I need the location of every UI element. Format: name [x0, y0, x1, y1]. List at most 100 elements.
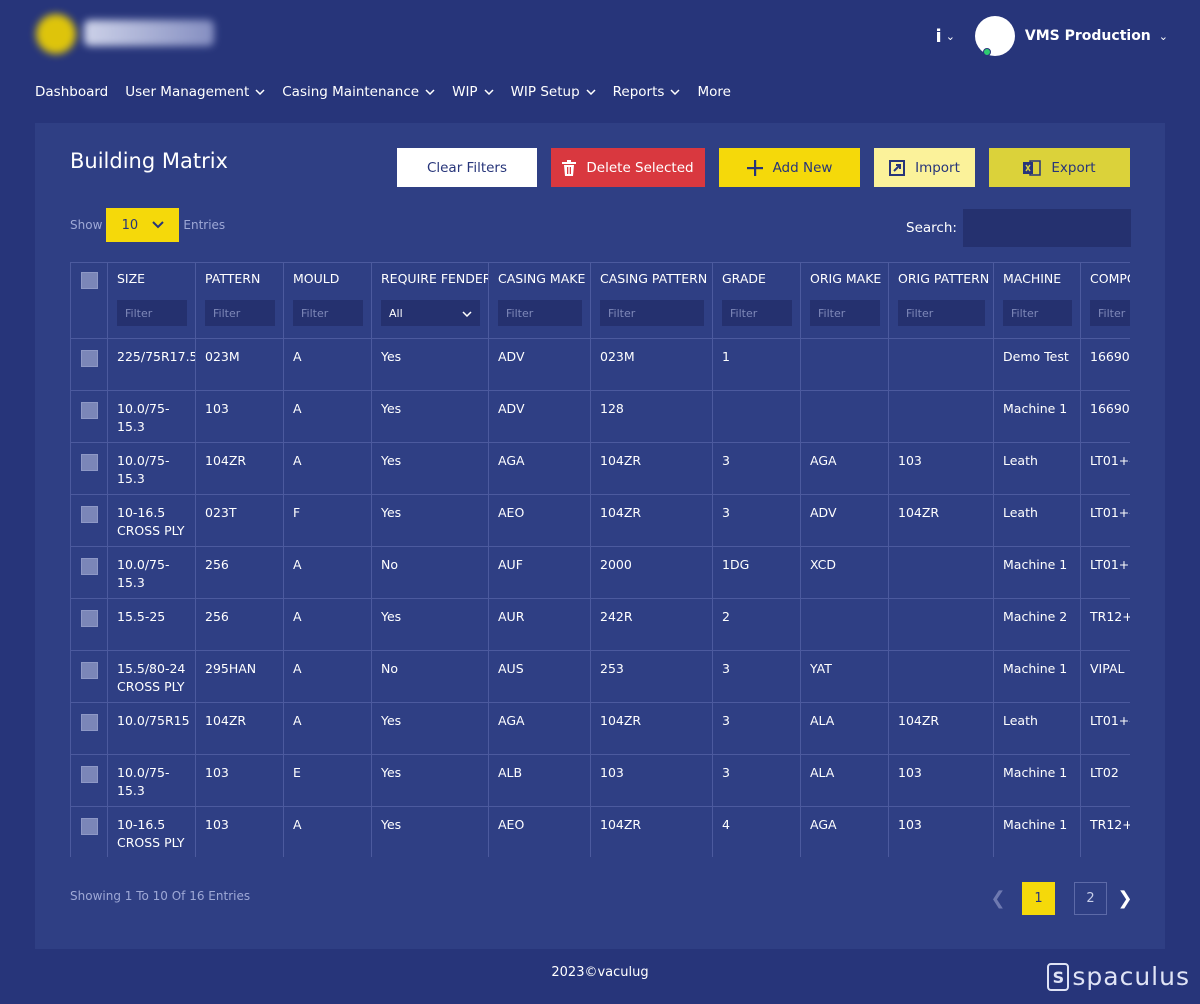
cell-mould: A	[283, 390, 372, 443]
info-icon: i	[935, 25, 942, 47]
nav-item-wip[interactable]: WIP	[452, 84, 494, 100]
row-checkbox[interactable]	[80, 506, 98, 523]
chevron-down-icon: ⌄	[1158, 29, 1168, 43]
filter-placeholder: Filter	[608, 306, 636, 320]
row-checkbox[interactable]	[80, 610, 98, 627]
table-row[interactable]: 10-16.5 CROSS PLY 023T F Yes AEO 104ZR 3 ADV 104…	[70, 494, 1130, 547]
cell-orig-pattern	[888, 598, 994, 651]
avatar[interactable]	[974, 16, 1015, 56]
row-checkbox[interactable]	[80, 662, 98, 679]
row-select-cell	[70, 442, 108, 495]
select-all-checkbox[interactable]	[80, 272, 98, 289]
column-filter-input[interactable]: Filter	[1003, 300, 1072, 326]
column-filter-input[interactable]: Filter	[600, 300, 704, 326]
table-row[interactable]: 225/75R17.5 023M A Yes ADV 023M 1 Demo Test 1669…	[70, 338, 1130, 391]
column-filter-input[interactable]: Filter	[205, 300, 275, 326]
nav-item-label: Reports	[612, 84, 665, 100]
column-filter-input[interactable]: Filter	[117, 300, 187, 326]
entries-label: Entries	[183, 218, 226, 232]
row-checkbox[interactable]	[80, 714, 98, 731]
cell-machine: Machine 2	[993, 598, 1081, 651]
filter-placeholder: Filter	[125, 306, 153, 320]
column-filter-input[interactable]: Filter	[810, 300, 880, 326]
table-row[interactable]: 10.0/75-15.3 256 A No AUF 2000 1DG XCD Machine 1…	[70, 546, 1130, 599]
nav-item-wip-setup[interactable]: WIP Setup	[511, 84, 596, 100]
column-filter-select[interactable]: All	[381, 300, 480, 326]
column-header-label: MOULD	[293, 271, 340, 286]
chevron-down-icon	[586, 87, 596, 98]
table-row[interactable]: 15.5/80-24 CROSS PLY 295HAN A No AUS 253 3 YAT M…	[70, 650, 1130, 703]
row-checkbox[interactable]	[80, 350, 98, 367]
nav-item-dashboard[interactable]: Dashboard	[35, 84, 108, 100]
cell-compound: 16690	[1080, 338, 1130, 391]
search-input[interactable]	[962, 209, 1131, 247]
table-row[interactable]: 10.0/75R15 104ZR A Yes AGA 104ZR 3 ALA 104ZR Leat…	[70, 702, 1130, 755]
nav-item-casing-maintenance[interactable]: Casing Maintenance	[282, 84, 435, 100]
column-header-machine: MACHINE Filter	[993, 262, 1081, 339]
cell-mould: E	[283, 754, 372, 807]
table-header-row: SIZE Filter PATTERN Filter MOULD Filter REQUIR…	[70, 262, 1130, 339]
import-button[interactable]: Import	[874, 148, 975, 187]
import-icon	[889, 159, 906, 176]
add-new-label: Add New	[772, 159, 833, 176]
cell-orig-pattern: 104ZR	[888, 494, 994, 547]
cell-pattern: 023T	[195, 494, 284, 547]
nav-item-user-management[interactable]: User Management	[125, 84, 265, 100]
cell-grade: 3	[712, 754, 801, 807]
row-checkbox[interactable]	[80, 558, 98, 575]
row-checkbox[interactable]	[80, 818, 98, 835]
row-checkbox[interactable]	[80, 766, 98, 783]
column-header-label: ORIG MAKE	[810, 271, 882, 286]
table-scroll-container[interactable]: SIZE Filter PATTERN Filter MOULD Filter REQUIR…	[70, 262, 1130, 857]
footer-copyright: 2023©vaculug	[551, 965, 649, 980]
cell-compound: LT01+-	[1080, 442, 1130, 495]
info-menu-button[interactable]: i ⌄	[936, 26, 955, 47]
column-header-compound: COMPOUND Filter	[1080, 262, 1130, 339]
table-row[interactable]: 10.0/75-15.3 103 A Yes ADV 128 Machine 1 16690	[70, 390, 1130, 443]
trash-icon	[562, 159, 577, 176]
cell-require-fender: No	[371, 546, 489, 599]
clear-filters-button[interactable]: Clear Filters	[397, 148, 537, 187]
cell-pattern: 295HAN	[195, 650, 284, 703]
chevron-right-icon[interactable]: ❯	[1117, 888, 1133, 909]
watermark-icon: S	[1047, 963, 1070, 991]
nav-item-label: WIP Setup	[510, 84, 580, 100]
content-panel: Building Matrix Clear Filters Delete Sel…	[35, 123, 1165, 949]
app-logo[interactable]	[32, 10, 224, 60]
cell-grade: 3	[712, 650, 801, 703]
nav-item-more[interactable]: More	[697, 84, 730, 100]
add-new-button[interactable]: Add New	[719, 148, 860, 187]
column-filter-input[interactable]: Filter	[1090, 300, 1130, 326]
export-label: Export	[1051, 159, 1096, 176]
cell-casing-pattern: 2000	[590, 546, 713, 599]
profile-menu-button[interactable]: VMS Production ⌄	[1025, 28, 1168, 44]
cell-orig-make: AGA	[800, 806, 889, 857]
row-checkbox[interactable]	[80, 402, 98, 419]
cell-machine: Machine 1	[993, 806, 1081, 857]
column-filter-input[interactable]: Filter	[293, 300, 363, 326]
table-row[interactable]: 15.5-25 256 A Yes AUR 242R 2 Machine 2 TR12+	[70, 598, 1130, 651]
table-row[interactable]: 10.0/75-15.3 103 E Yes ALB 103 3 ALA 103 Machine …	[70, 754, 1130, 807]
cell-require-fender: Yes	[371, 754, 489, 807]
row-checkbox[interactable]	[80, 454, 98, 471]
export-button[interactable]: Export	[989, 148, 1130, 187]
table-row[interactable]: 10.0/75-15.3 104ZR A Yes AGA 104ZR 3 AGA 103 Leat…	[70, 442, 1130, 495]
delete-selected-button[interactable]: Delete Selected	[551, 148, 705, 187]
chevron-left-icon[interactable]: ❮	[988, 888, 1008, 909]
cell-pattern: 103	[195, 806, 284, 857]
page-button-2[interactable]: 2	[1074, 882, 1107, 915]
page-button-1[interactable]: 1	[1022, 882, 1055, 915]
cell-mould: A	[283, 598, 372, 651]
cell-orig-pattern: 104ZR	[888, 702, 994, 755]
column-filter-input[interactable]: Filter	[498, 300, 582, 326]
pagination: ❮ 1 2 ❯	[988, 882, 1133, 915]
column-filter-input[interactable]: Filter	[722, 300, 792, 326]
cell-machine: Leath	[993, 494, 1081, 547]
nav-item-reports[interactable]: Reports	[613, 84, 681, 100]
column-header-grade: GRADE Filter	[712, 262, 801, 339]
watermark-text: spaculus	[1072, 962, 1190, 991]
column-filter-input[interactable]: Filter	[898, 300, 985, 326]
column-header-label: REQUIRE FENDER	[381, 271, 489, 286]
entries-per-page-select[interactable]: 10	[106, 208, 180, 242]
table-row[interactable]: 10-16.5 CROSS PLY 103 A Yes AEO 104ZR 4 AGA 103 M…	[70, 806, 1130, 857]
